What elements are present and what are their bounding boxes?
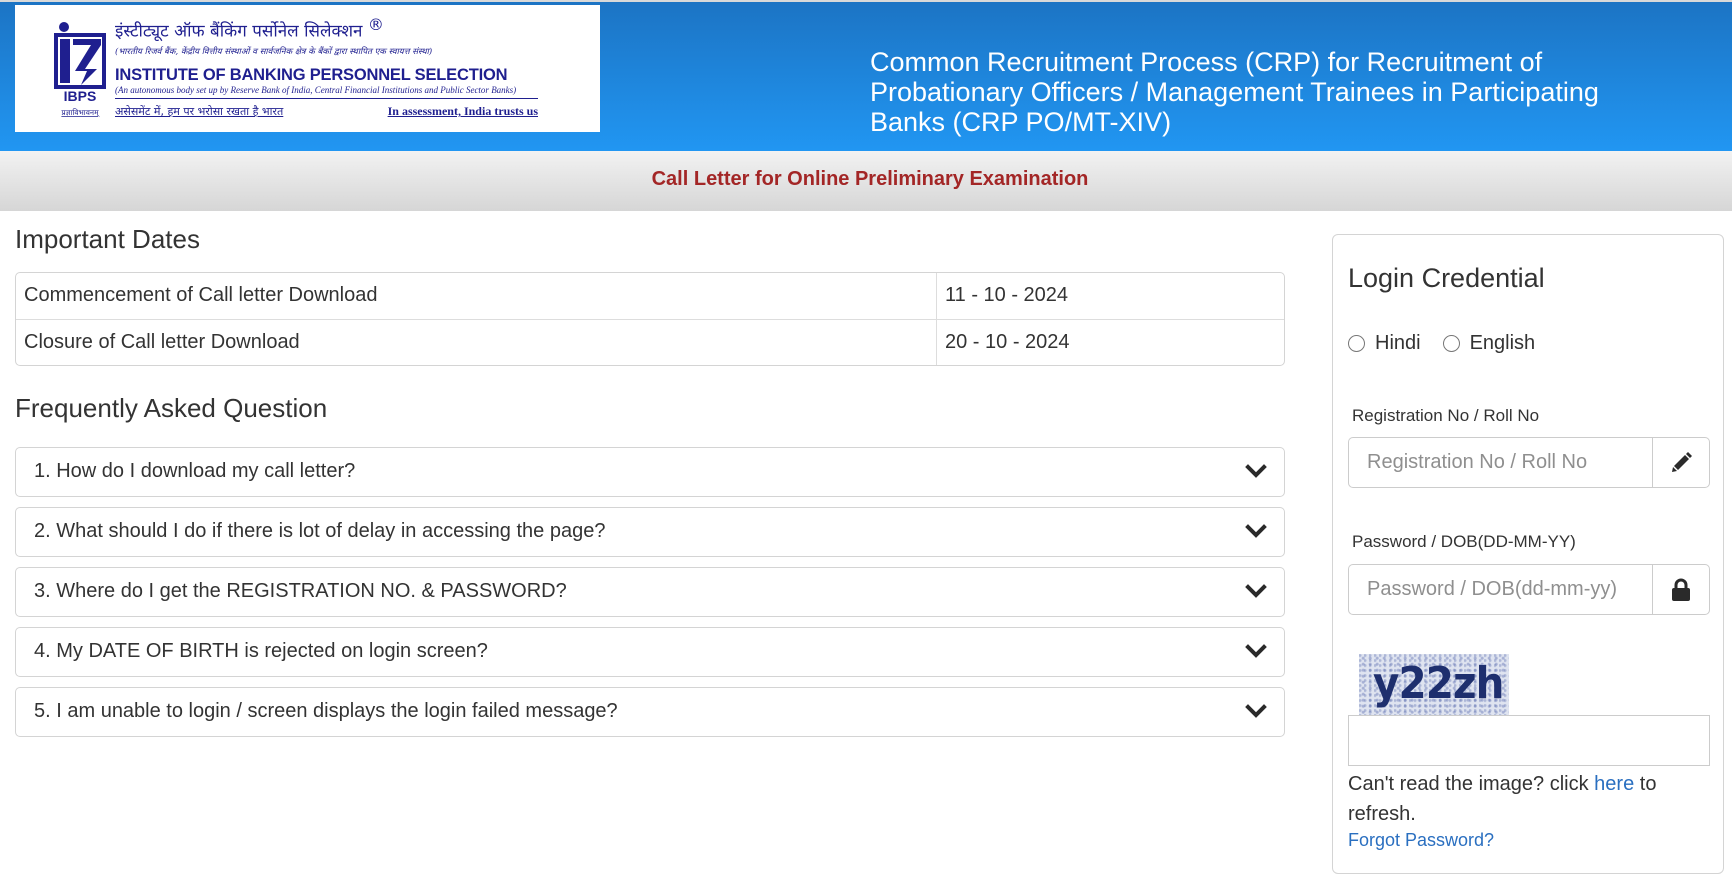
faq-question: 1. How do I download my call letter?: [34, 460, 356, 482]
site-header: IBPS प्रज्ञाविभावनम् इंस्टीट्यूट ऑफ बैंक…: [0, 0, 1732, 151]
faq-question: 2. What should I do if there is lot of d…: [34, 520, 606, 542]
registration-input[interactable]: [1348, 437, 1652, 488]
page-subtitle: Call Letter for Online Preliminary Exami…: [651, 168, 1089, 190]
chevron-down-icon: [1245, 704, 1267, 718]
logo-mark-label: IBPS: [64, 88, 97, 104]
logo-mark-sub: प्रज्ञाविभावनम्: [61, 108, 99, 117]
captcha-refresh-link[interactable]: here: [1594, 773, 1634, 795]
password-addon: [1652, 564, 1710, 615]
registration-addon: [1652, 437, 1710, 488]
faq-item-5[interactable]: 5. I am unable to login / screen display…: [15, 687, 1285, 737]
radio-english[interactable]: [1442, 335, 1460, 352]
ibps-emblem-icon: IBPS प्रज्ञाविभावनम्: [54, 22, 106, 117]
faq-question: 3. Where do I get the REGISTRATION NO. &…: [34, 580, 567, 602]
important-dates-heading: Important Dates: [15, 224, 200, 254]
radio-hindi-label[interactable]: Hindi: [1375, 332, 1421, 355]
lock-icon: [1672, 578, 1690, 601]
faq-question: 5. I am unable to login / screen display…: [34, 700, 618, 722]
radio-english-label[interactable]: English: [1470, 332, 1536, 355]
ibps-logo[interactable]: IBPS प्रज्ञाविभावनम् इंस्टीट्यूट ऑफ बैंक…: [15, 5, 600, 132]
captcha-input[interactable]: [1348, 715, 1710, 766]
logo-tagline-hindi: असेसमेंट में, हम पर भरोसा रखता है भारत: [115, 105, 284, 118]
logo-english-name: INSTITUTE OF BANKING PERSONNEL SELECTION: [115, 66, 508, 84]
logo-hindi-name: इंस्टीट्यूट ऑफ बैंकिंग पर्सोनेल सिलेक्शन…: [115, 15, 384, 42]
faq-item-4[interactable]: 4. My DATE OF BIRTH is rejected on login…: [15, 627, 1285, 677]
password-input[interactable]: [1348, 564, 1652, 615]
refresh-prefix: Can't read the image? click: [1348, 773, 1595, 795]
login-title: Login Credential: [1348, 263, 1545, 293]
logo-hindi-subtitle: (भारतीय रिजर्व बैंक, केंद्रीय वित्तीय सं…: [115, 47, 433, 57]
faq-item-2[interactable]: 2. What should I do if there is lot of d…: [15, 507, 1285, 557]
chevron-down-icon: [1245, 524, 1267, 538]
pencil-icon: [1672, 451, 1692, 472]
faq-item-3[interactable]: 3. Where do I get the REGISTRATION NO. &…: [15, 567, 1285, 617]
forgot-password-link[interactable]: Forgot Password?: [1348, 830, 1494, 851]
faq-item-1[interactable]: 1. How do I download my call letter?: [15, 447, 1285, 497]
page-title: Common Recruitment Process (CRP) for Rec…: [870, 47, 1599, 137]
language-selector: Hindi English: [1348, 332, 1557, 355]
captcha-refresh-text: Can't read the image? click here to refr…: [1348, 769, 1708, 829]
date-value: 11 - 10 - 2024: [945, 284, 1069, 306]
table-row: Closure of Call letter Download 20 - 10 …: [16, 319, 1284, 365]
table-row: Commencement of Call letter Download 11 …: [16, 273, 1284, 319]
chevron-down-icon: [1245, 464, 1267, 478]
date-value: 20 - 10 - 2024: [945, 331, 1070, 353]
registration-label: Registration No / Roll No: [1352, 406, 1540, 425]
registered-mark: ®: [367, 15, 384, 34]
captcha-text: y22zh: [1373, 658, 1504, 709]
captcha-image: y22zh: [1359, 654, 1509, 715]
logo-tagline-english: In assessment, India trusts us: [387, 104, 538, 118]
password-group: [1348, 564, 1710, 615]
registration-group: [1348, 437, 1710, 488]
radio-hindi[interactable]: [1348, 335, 1365, 352]
faq-question: 4. My DATE OF BIRTH is rejected on login…: [34, 640, 488, 662]
password-label: Password / DOB(DD-MM-YY): [1352, 532, 1576, 551]
chevron-down-icon: [1245, 644, 1267, 658]
logo-hindi-text: इंस्टीट्यूट ऑफ बैंकिंग पर्सोनेल सिलेक्शन: [115, 21, 363, 42]
date-label: Closure of Call letter Download: [16, 320, 937, 365]
login-panel: Login Credential Hindi English Registrat…: [1332, 234, 1724, 874]
logo-english-subtitle: (An autonomous body set up by Reserve Ba…: [115, 85, 517, 95]
chevron-down-icon: [1245, 584, 1267, 598]
date-label: Commencement of Call letter Download: [16, 273, 937, 319]
faq-heading: Frequently Asked Question: [15, 393, 328, 423]
important-dates-table: Commencement of Call letter Download 11 …: [15, 272, 1285, 366]
logo-divider: [115, 98, 538, 99]
subtitle-bar: Call Letter for Online Preliminary Exami…: [0, 151, 1732, 211]
